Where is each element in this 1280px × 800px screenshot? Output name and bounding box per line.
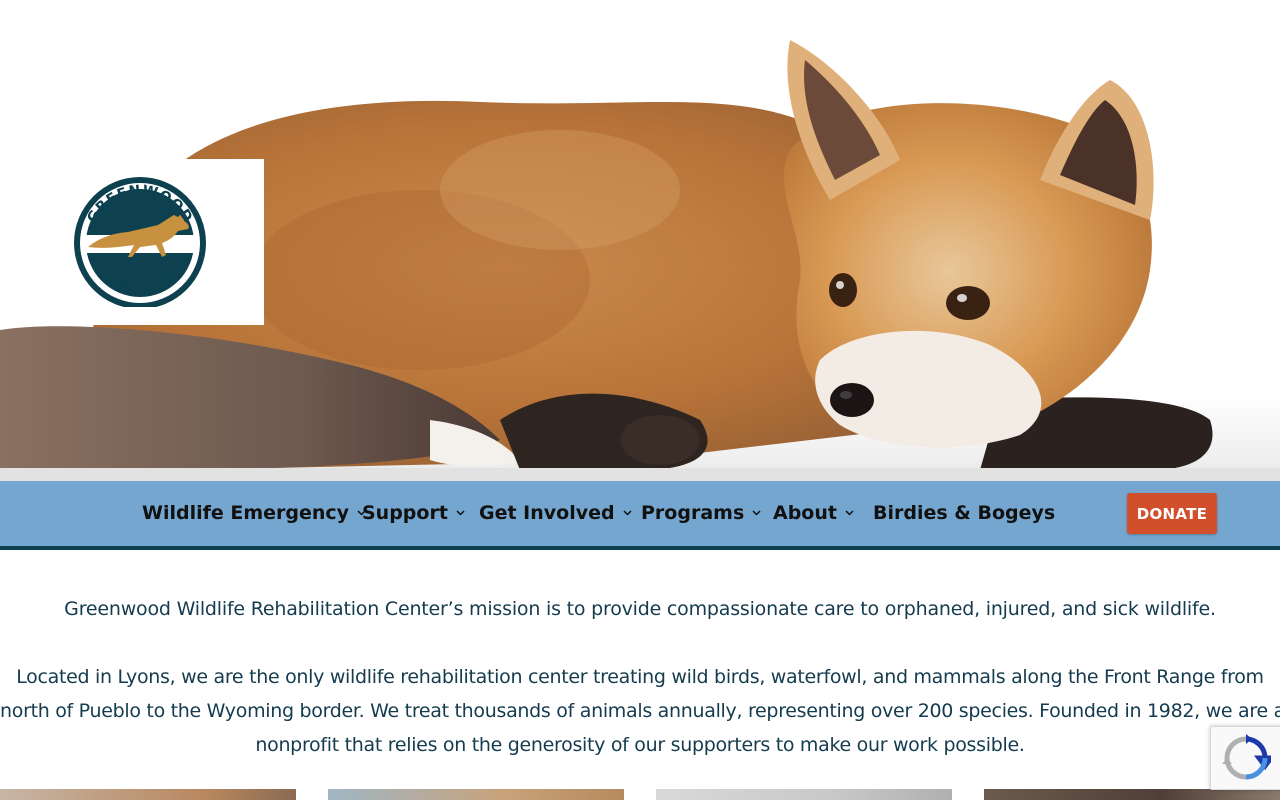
nav-item-label: Get Involved bbox=[479, 502, 615, 524]
nav-item-label: About bbox=[773, 502, 837, 524]
site-logo[interactable]: GREENWOOD WILDLIFE bbox=[15, 159, 264, 325]
chevron-down-icon bbox=[752, 510, 761, 516]
about-paragraph: Located in Lyons, we are the only wildli… bbox=[0, 660, 1280, 762]
main-navigation: Wildlife Emergency Support Get Involved … bbox=[0, 481, 1280, 550]
nav-item-programs[interactable]: Programs bbox=[641, 498, 761, 528]
greenwood-wildlife-logo-icon: GREENWOOD WILDLIFE bbox=[74, 177, 206, 307]
nav-item-label: Wildlife Emergency bbox=[142, 502, 350, 524]
donate-button[interactable]: DONATE bbox=[1127, 493, 1217, 534]
nav-item-birdies-bogeys[interactable]: Birdies & Bogeys bbox=[873, 498, 1055, 528]
about-line: Located in Lyons, we are the only wildli… bbox=[16, 666, 1264, 688]
mission-statement: Greenwood Wildlife Rehabilitation Center… bbox=[64, 598, 1216, 620]
hero-banner: GREENWOOD WILDLIFE bbox=[0, 0, 1280, 481]
nav-item-label: Programs bbox=[641, 502, 745, 524]
nav-item-get-involved[interactable]: Get Involved bbox=[479, 498, 632, 528]
nav-item-label: Birdies & Bogeys bbox=[873, 502, 1056, 524]
chevron-down-icon bbox=[845, 510, 854, 516]
nav-item-label: Support bbox=[362, 502, 448, 524]
nav-item-wildlife-emergency[interactable]: Wildlife Emergency bbox=[142, 498, 366, 528]
recaptcha-icon bbox=[1222, 734, 1271, 780]
recaptcha-badge[interactable] bbox=[1210, 726, 1280, 790]
nav-item-about[interactable]: About bbox=[773, 498, 854, 528]
chevron-down-icon bbox=[456, 510, 465, 516]
card-image[interactable] bbox=[328, 789, 624, 800]
nav-item-support[interactable]: Support bbox=[362, 498, 465, 528]
about-line: nonprofit that relies on the generosity … bbox=[255, 734, 1025, 756]
chevron-down-icon bbox=[623, 510, 632, 516]
card-image[interactable] bbox=[0, 789, 296, 800]
card-image[interactable] bbox=[984, 789, 1280, 800]
card-image[interactable] bbox=[656, 789, 952, 800]
about-line: north of Pueblo to the Wyoming border. W… bbox=[0, 700, 1280, 722]
